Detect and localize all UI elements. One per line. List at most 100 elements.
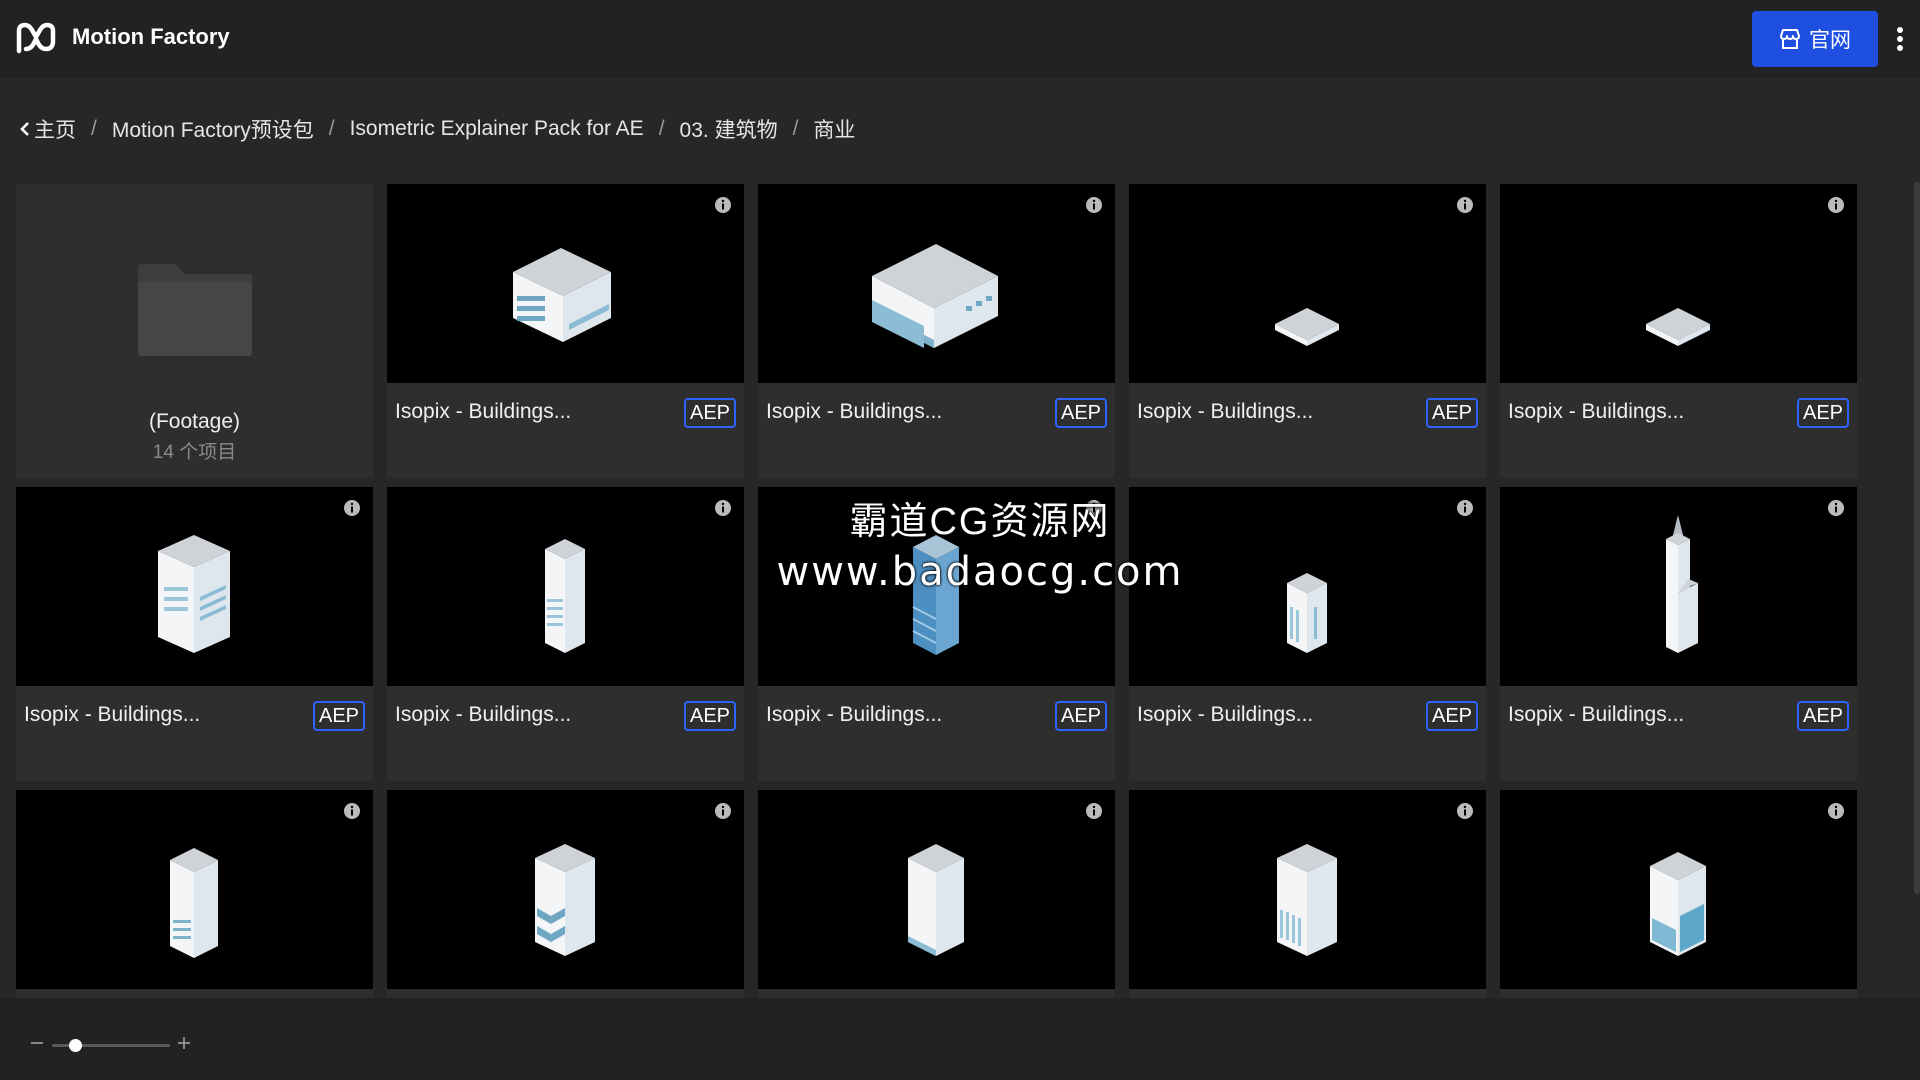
breadcrumb-motion-factory-presets[interactable]: Motion Factory预设包 bbox=[112, 114, 314, 144]
office-building-wide-icon bbox=[513, 248, 611, 342]
asset-name: Isopix - Buildings... bbox=[24, 703, 201, 726]
info-icon[interactable] bbox=[714, 499, 732, 517]
tower-grid-icon bbox=[1277, 844, 1337, 956]
store-icon bbox=[1780, 29, 1800, 49]
asset-name: Isopix - Buildings... bbox=[395, 400, 572, 423]
info-icon[interactable] bbox=[1085, 499, 1103, 517]
asset-card-14[interactable] bbox=[1500, 790, 1857, 998]
zoom-out-icon[interactable] bbox=[30, 1036, 44, 1050]
info-icon[interactable] bbox=[1085, 196, 1103, 214]
breadcrumb-commercial[interactable]: 商业 bbox=[813, 114, 855, 144]
info-icon[interactable] bbox=[1085, 802, 1103, 820]
zoom-in-icon[interactable] bbox=[177, 1036, 191, 1050]
asset-card-4[interactable]: Isopix - Buildings... AEP bbox=[1500, 184, 1857, 478]
breadcrumb-separator: / bbox=[658, 117, 665, 140]
asset-thumbnail bbox=[1500, 184, 1857, 383]
spire-skyscraper-icon bbox=[1666, 515, 1698, 653]
asset-card-1[interactable]: Isopix - Buildings... AEP bbox=[387, 184, 744, 478]
breadcrumb-separator: / bbox=[328, 117, 335, 140]
asset-name: Isopix - Buildings... bbox=[1137, 400, 1314, 423]
asset-thumbnail bbox=[758, 790, 1115, 989]
asset-card-10[interactable] bbox=[16, 790, 373, 998]
tower-glass-base-icon bbox=[1650, 852, 1706, 956]
asset-name: Isopix - Buildings... bbox=[1508, 703, 1685, 726]
aep-badge: AEP bbox=[1426, 701, 1478, 731]
asset-thumbnail bbox=[1500, 487, 1857, 686]
more-vertical-icon[interactable] bbox=[1890, 24, 1910, 54]
aep-badge: AEP bbox=[1055, 701, 1107, 731]
aep-badge: AEP bbox=[684, 701, 736, 731]
asset-name: Isopix - Buildings... bbox=[1508, 400, 1685, 423]
asset-thumbnail bbox=[1500, 790, 1857, 989]
folder-card-footage[interactable]: (Footage) 14 个项目 bbox=[16, 184, 373, 478]
flat-plot-icon bbox=[1646, 308, 1710, 346]
asset-card-5[interactable]: Isopix - Buildings... AEP bbox=[16, 487, 373, 781]
app-title: Motion Factory bbox=[72, 24, 230, 49]
tower-plain-icon bbox=[908, 844, 964, 956]
asset-card-13[interactable] bbox=[1129, 790, 1486, 998]
breadcrumb-separator: / bbox=[792, 117, 799, 140]
asset-card-2[interactable]: Isopix - Buildings... AEP bbox=[758, 184, 1115, 478]
small-tower-icon bbox=[1287, 573, 1327, 653]
tower-striped-icon bbox=[170, 848, 218, 958]
folder-name: (Footage) bbox=[148, 410, 241, 433]
asset-card-6[interactable]: Isopix - Buildings... AEP bbox=[387, 487, 744, 781]
asset-grid: (Footage) 14 个项目 Isopix - Buildings... A… bbox=[16, 184, 1858, 998]
asset-name: Isopix - Buildings... bbox=[766, 703, 943, 726]
asset-thumbnail bbox=[16, 790, 373, 989]
motion-factory-logo-icon[interactable] bbox=[16, 21, 56, 55]
folder-icon bbox=[138, 264, 252, 356]
top-bar: Motion Factory 官网 bbox=[0, 0, 1920, 78]
breadcrumb-home[interactable]: 主页 bbox=[20, 114, 76, 144]
asset-card-7[interactable]: Isopix - Buildings... AEP bbox=[758, 487, 1115, 781]
asset-thumbnail bbox=[16, 487, 373, 686]
info-icon[interactable] bbox=[343, 499, 361, 517]
flat-plot-icon bbox=[1275, 308, 1339, 346]
asset-thumbnail bbox=[1129, 184, 1486, 383]
aep-badge: AEP bbox=[1797, 398, 1849, 428]
info-icon[interactable] bbox=[714, 196, 732, 214]
breadcrumb-separator: / bbox=[91, 117, 97, 140]
asset-name: Isopix - Buildings... bbox=[766, 400, 943, 423]
narrow-tower-icon bbox=[545, 539, 585, 653]
warehouse-building-icon bbox=[872, 244, 998, 348]
glass-tower-icon bbox=[912, 535, 959, 655]
info-icon[interactable] bbox=[1456, 196, 1474, 214]
aep-badge: AEP bbox=[1426, 398, 1478, 428]
asset-name: Isopix - Buildings... bbox=[1137, 703, 1314, 726]
info-icon[interactable] bbox=[1456, 802, 1474, 820]
info-icon[interactable] bbox=[1827, 499, 1845, 517]
asset-name: Isopix - Buildings... bbox=[395, 703, 572, 726]
info-icon[interactable] bbox=[1456, 499, 1474, 517]
bottom-bar bbox=[0, 998, 1920, 1080]
asset-card-9[interactable]: Isopix - Buildings... AEP bbox=[1500, 487, 1857, 781]
info-icon[interactable] bbox=[1827, 802, 1845, 820]
official-site-label: 官网 bbox=[1809, 29, 1851, 52]
official-site-button[interactable]: 官网 bbox=[1752, 11, 1878, 67]
chevron-left-icon bbox=[20, 122, 29, 136]
asset-thumbnail bbox=[387, 487, 744, 686]
asset-card-3[interactable]: Isopix - Buildings... AEP bbox=[1129, 184, 1486, 478]
asset-thumbnail bbox=[1129, 790, 1486, 989]
asset-card-8[interactable]: Isopix - Buildings... AEP bbox=[1129, 487, 1486, 781]
asset-thumbnail bbox=[1129, 487, 1486, 686]
office-block-icon bbox=[158, 535, 230, 653]
aep-badge: AEP bbox=[684, 398, 736, 428]
zoom-slider-handle[interactable] bbox=[69, 1039, 83, 1052]
aep-badge: AEP bbox=[313, 701, 365, 731]
aep-badge: AEP bbox=[1055, 398, 1107, 428]
asset-card-11[interactable] bbox=[387, 790, 744, 998]
asset-thumbnail bbox=[387, 184, 744, 383]
breadcrumb: 主页 / Motion Factory预设包 / Isometric Expla… bbox=[20, 114, 855, 144]
info-icon[interactable] bbox=[714, 802, 732, 820]
aep-badge: AEP bbox=[1797, 701, 1849, 731]
info-icon[interactable] bbox=[1827, 196, 1845, 214]
asset-thumbnail bbox=[758, 184, 1115, 383]
asset-thumbnail bbox=[758, 487, 1115, 686]
tower-chevron-icon bbox=[535, 844, 595, 956]
info-icon[interactable] bbox=[343, 802, 361, 820]
breadcrumb-isometric-pack[interactable]: Isometric Explainer Pack for AE bbox=[350, 117, 644, 141]
asset-card-12[interactable] bbox=[758, 790, 1115, 998]
vertical-scrollbar[interactable] bbox=[1914, 182, 1920, 894]
breadcrumb-buildings[interactable]: 03. 建筑物 bbox=[680, 114, 778, 144]
